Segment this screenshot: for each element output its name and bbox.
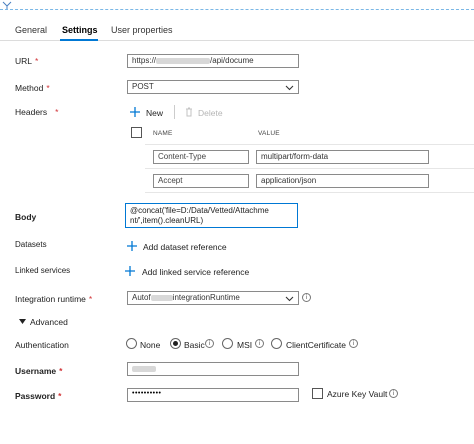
tab-general[interactable]: General [15, 25, 47, 35]
username-input[interactable] [127, 362, 299, 376]
advanced-section-toggle[interactable]: Advanced [30, 317, 68, 327]
auth-option-none-radio[interactable] [126, 338, 137, 349]
auth-option-basic-label: Basic [184, 340, 205, 350]
url-input[interactable]: https:///api/docume [127, 54, 299, 68]
linked-services-label: Linked services [15, 266, 71, 275]
authentication-label: Authentication [15, 340, 69, 350]
table-separator [145, 168, 474, 169]
integration-runtime-select[interactable]: Autof integrationRuntime [127, 291, 299, 305]
header-name-input[interactable]: Accept [153, 174, 249, 188]
plus-icon[interactable] [130, 107, 140, 117]
trash-icon [186, 107, 192, 117]
password-input[interactable]: •••••••••• [127, 388, 299, 402]
tab-settings[interactable]: Settings [62, 25, 98, 35]
headers-label: Headers * [15, 107, 59, 117]
header-value-input[interactable]: multipart/form-data [256, 150, 429, 164]
auth-option-none-label: None [140, 340, 161, 350]
add-dataset-reference-button[interactable]: Add dataset reference [143, 242, 227, 252]
auth-option-basic-radio[interactable] [170, 338, 181, 349]
azure-key-vault-label: Azure Key Vault [327, 389, 388, 399]
method-label: Method * [15, 83, 50, 93]
auth-option-msi-label: MSI [237, 340, 253, 350]
redacted-text [150, 294, 173, 301]
body-line: nt/',item().cleanURL) [130, 216, 204, 225]
chevron-down-icon [285, 296, 294, 302]
body-label: Body [15, 212, 37, 222]
info-icon[interactable]: i [349, 339, 358, 348]
collapse-triangle-icon[interactable] [19, 318, 26, 325]
toolbar-divider [174, 105, 175, 119]
method-select[interactable]: POST [127, 80, 299, 94]
chevron-down-icon [285, 85, 294, 91]
auth-option-clientcertificate-label: ClientCertificate [286, 340, 346, 350]
table-separator [145, 192, 474, 193]
info-icon[interactable]: i [302, 293, 311, 302]
header-name-column: NAME [153, 130, 173, 137]
active-tab-indicator [60, 39, 98, 41]
url-label: URL * [15, 56, 39, 66]
password-label: Password * [15, 391, 62, 401]
header-value-column: VALUE [258, 130, 280, 137]
delete-header-button: Delete [198, 108, 223, 118]
tab-bar: General Settings User properties [0, 22, 474, 41]
table-separator [145, 144, 474, 145]
integration-runtime-label: Integration runtime * [15, 294, 93, 304]
info-icon[interactable]: i [255, 339, 264, 348]
header-value-input[interactable]: application/json [256, 174, 429, 188]
info-icon[interactable]: i [205, 339, 214, 348]
plus-icon[interactable] [125, 266, 135, 276]
auth-option-clientcertificate-radio[interactable] [271, 338, 282, 349]
add-linked-service-reference-button[interactable]: Add linked service reference [142, 267, 249, 277]
info-icon[interactable]: i [389, 389, 398, 398]
body-line: @concat('file=D:/Data/Vetted/Attachme [130, 206, 269, 215]
redacted-text [156, 57, 211, 64]
azure-key-vault-checkbox[interactable] [312, 388, 323, 399]
body-textarea[interactable]: @concat('file=D:/Data/Vetted/Attachme nt… [125, 203, 298, 228]
username-label: Username * [15, 366, 63, 376]
canvas-selection-border [0, 9, 474, 10]
tab-user-properties[interactable]: User properties [111, 25, 173, 35]
select-all-checkbox[interactable] [131, 127, 142, 138]
plus-icon[interactable] [127, 241, 137, 251]
new-header-button[interactable]: New [146, 108, 163, 118]
redacted-text [132, 365, 156, 372]
header-name-input[interactable]: Content-Type [153, 150, 249, 164]
datasets-label: Datasets [15, 240, 47, 249]
auth-option-msi-radio[interactable] [222, 338, 233, 349]
